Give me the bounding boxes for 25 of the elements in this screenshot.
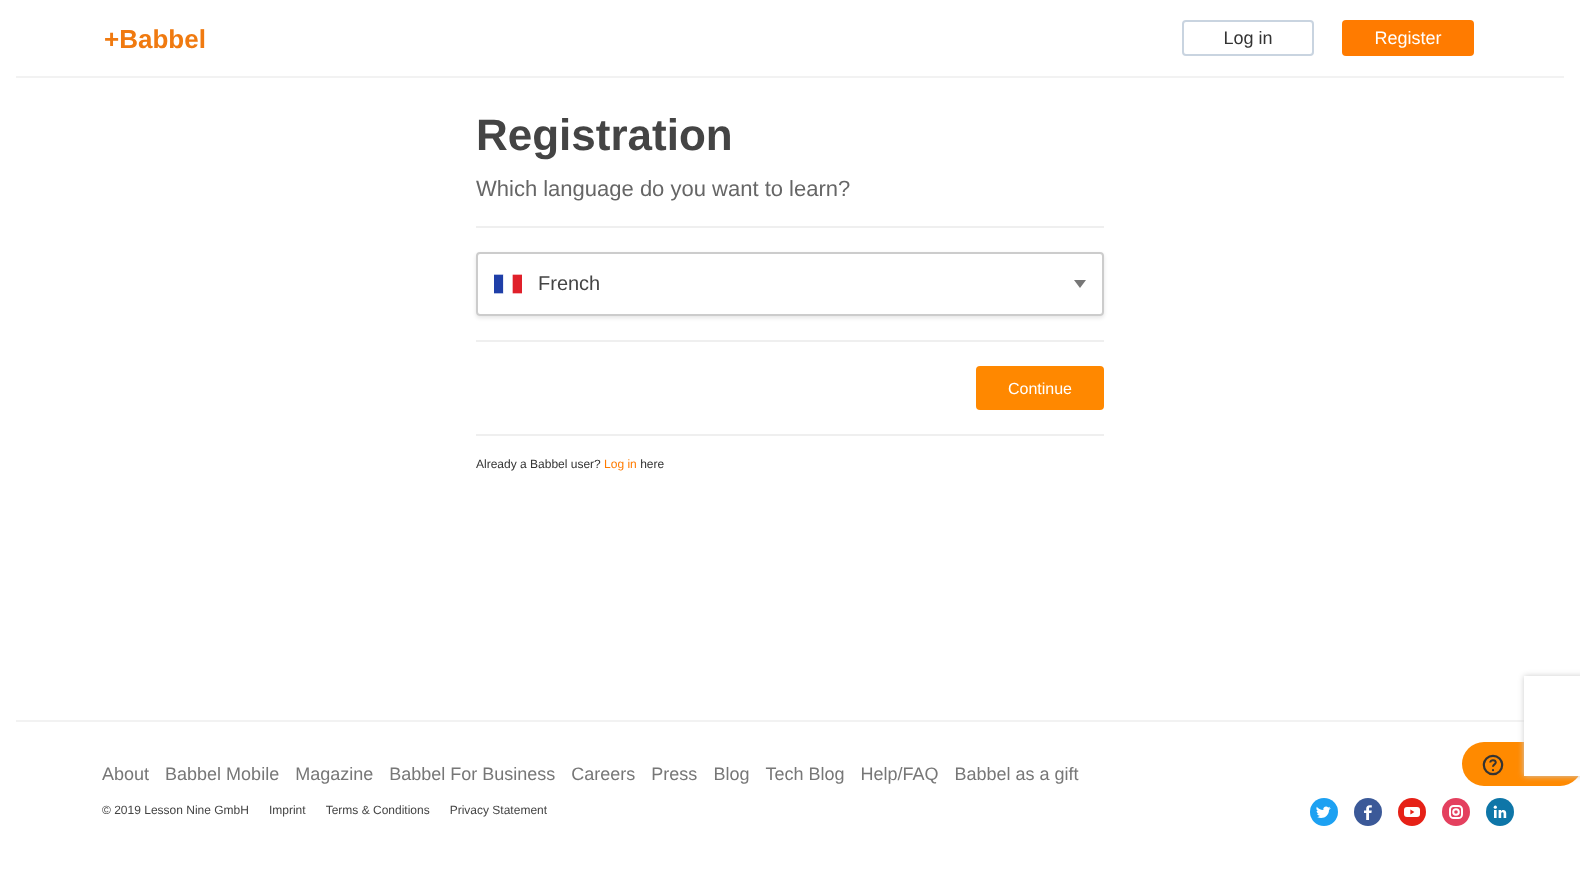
language-select[interactable]: French	[476, 252, 1104, 316]
footer-link[interactable]: Help/FAQ	[860, 764, 939, 784]
youtube-icon[interactable]	[1398, 798, 1426, 826]
subtitle: Which language do you want to learn?	[476, 178, 853, 202]
continue-button[interactable]: Continue	[976, 366, 1104, 410]
instagram-icon[interactable]	[1442, 798, 1470, 826]
flag-icon	[494, 274, 522, 294]
babbel-logo[interactable]: +Babbel	[104, 23, 206, 53]
footer-link[interactable]: Press	[651, 764, 698, 784]
page-title: Registration	[476, 110, 735, 162]
footer-link[interactable]: Careers	[571, 764, 636, 784]
footer-link[interactable]: Babbel Mobile	[165, 764, 280, 784]
footer-link[interactable]: Magazine	[295, 764, 374, 784]
help-icon	[1482, 753, 1504, 775]
footer-link[interactable]: Babbel For Business	[389, 764, 556, 784]
footer-link[interactable]: Babbel as a gift	[954, 764, 1079, 784]
facebook-icon[interactable]	[1354, 798, 1382, 826]
caret-icon	[1074, 280, 1086, 288]
linkedin-icon[interactable]	[1486, 798, 1514, 826]
footer-link[interactable]: About	[102, 764, 150, 784]
footer-link[interactable]: Tech Blog	[765, 764, 845, 784]
register-button[interactable]: Register	[1342, 20, 1474, 56]
footer-link[interactable]: Blog	[713, 764, 750, 784]
login-button[interactable]: Log in	[1182, 20, 1314, 56]
twitter-icon[interactable]	[1310, 798, 1338, 826]
